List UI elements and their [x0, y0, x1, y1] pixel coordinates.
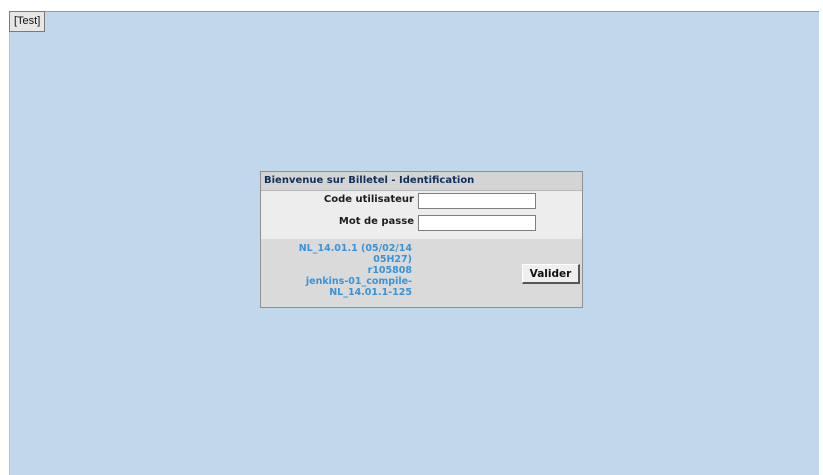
version-line: NL_14.01.1 (05/02/14	[298, 243, 412, 254]
username-label: Code utilisateur	[323, 194, 414, 205]
password-label: Mot de passe	[338, 216, 414, 227]
login-header: Bienvenue sur Billetel - Identification	[261, 172, 582, 191]
environment-tag: [Test]	[9, 11, 46, 32]
version-line: NL_14.01.1-125	[329, 287, 412, 298]
validate-button[interactable]: Valider	[522, 264, 580, 284]
version-info: NL_14.01.1 (05/02/14 05H27) r105808 jenk…	[282, 243, 412, 298]
top-strip	[0, 0, 823, 11]
version-line: r105808	[367, 265, 412, 276]
username-row: Code utilisateur	[261, 191, 582, 213]
version-line: 05H27)	[373, 254, 412, 265]
login-panel: Bienvenue sur Billetel - Identification …	[260, 171, 583, 308]
password-row: Mot de passe	[261, 213, 582, 235]
login-footer: NL_14.01.1 (05/02/14 05H27) r105808 jenk…	[261, 239, 582, 307]
username-input[interactable]	[418, 193, 536, 209]
password-input[interactable]	[418, 215, 536, 231]
version-line: jenkins-01_compile-	[305, 276, 412, 287]
